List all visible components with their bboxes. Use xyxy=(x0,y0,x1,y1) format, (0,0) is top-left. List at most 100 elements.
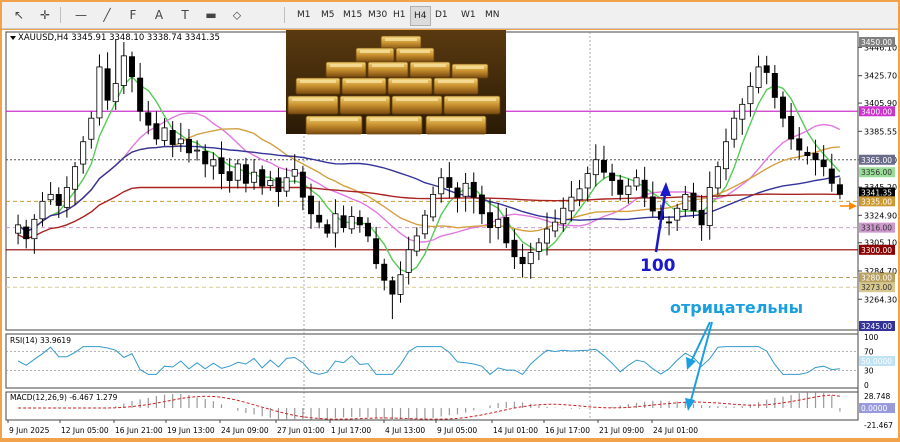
timeframe-d1-button[interactable]: D1 xyxy=(432,6,451,24)
candle-body xyxy=(72,166,79,190)
candle-body xyxy=(185,138,192,154)
timeframe-m1-button[interactable]: M1 xyxy=(294,6,314,24)
candle-body xyxy=(356,216,363,226)
candle-body xyxy=(560,207,567,225)
candle-body xyxy=(723,141,730,170)
text-tool-icon[interactable]: A xyxy=(148,5,170,25)
candle-body xyxy=(202,150,209,165)
time-tick-label: 16 Jul 17:00 xyxy=(545,426,590,435)
candle-body xyxy=(804,151,811,156)
candle-body xyxy=(511,239,518,258)
timeframe-m5-button[interactable]: M5 xyxy=(318,6,338,24)
timeframe-w1-button[interactable]: W1 xyxy=(458,6,479,24)
gold-bar-highlight xyxy=(396,98,438,101)
cursor-icon[interactable]: ↖ xyxy=(8,5,30,25)
timeframe-h4-button[interactable]: H4 xyxy=(410,6,431,26)
rectangle-icon[interactable]: ▬ xyxy=(200,5,222,25)
gold-bar-highlight xyxy=(392,80,428,83)
shapes-icon[interactable]: ⬦ xyxy=(226,5,248,25)
candle-body xyxy=(430,193,437,218)
crosshair-icon[interactable]: ✛ xyxy=(34,5,56,25)
candle-body xyxy=(324,224,331,234)
candle-body xyxy=(828,168,835,184)
rsi-highlight-label: 50.0000 xyxy=(861,357,892,366)
candle-body xyxy=(698,209,705,226)
candle-body xyxy=(592,159,599,176)
timeframe-h1-button[interactable]: H1 xyxy=(390,6,409,24)
candle-body xyxy=(519,256,526,265)
candle-body xyxy=(194,149,201,152)
gold-bar-highlight xyxy=(300,80,336,83)
gold-bar-highlight xyxy=(372,64,404,67)
chart-toolbar: ↖ ✛ — ╱ F A T ▬ ⬦ M1 M5 M15 M30 H1 H4 D1 W1 MN xyxy=(2,2,898,29)
gold-bar-highlight xyxy=(400,50,430,53)
candle-body xyxy=(267,180,274,187)
price-level-label: 3365.00 xyxy=(861,156,892,165)
candle-body xyxy=(470,181,477,198)
candle-body xyxy=(674,207,681,221)
candle-body xyxy=(503,217,510,244)
price-level-label: 3356.00 xyxy=(861,168,892,177)
candle-body xyxy=(527,252,534,265)
chart-area[interactable]: 3446.103425.703405.903385.553365.003345.… xyxy=(2,30,898,438)
candle-body xyxy=(120,55,127,86)
time-tick-label: 27 Jun 01:00 xyxy=(277,426,325,435)
text-label-icon[interactable]: T xyxy=(174,5,196,25)
gold-bar-highlight xyxy=(448,98,496,101)
candle-body xyxy=(706,187,713,226)
rsi-scale-label: 30 xyxy=(864,367,874,376)
candle-body xyxy=(568,196,575,212)
negative-annotation: отрицательны xyxy=(670,298,803,317)
candle-body xyxy=(137,77,144,112)
gold-bar-highlight xyxy=(360,50,390,53)
gold-bar-highlight xyxy=(330,64,362,67)
gold-bar-highlight xyxy=(310,118,358,121)
candle-body xyxy=(454,187,461,198)
candle-body xyxy=(600,159,607,173)
time-tick-label: 12 Jun 05:00 xyxy=(61,426,109,435)
candle-body xyxy=(112,83,119,103)
candle-body xyxy=(389,280,396,295)
price-level-label: 3450.00 xyxy=(861,38,892,47)
rsi-scale-label: 0 xyxy=(864,381,869,390)
time-tick-label: 16 Jun 21:00 xyxy=(115,426,163,435)
chart-window-frame: ↖ ✛ — ╱ F A T ▬ ⬦ M1 M5 M15 M30 H1 H4 D1 W1 MN 3446.10 342… xyxy=(0,0,900,440)
gold-bar-highlight xyxy=(344,98,386,101)
timeframe-m15-button[interactable]: M15 xyxy=(340,6,365,24)
candle-body xyxy=(96,66,103,119)
price-level-label: 3335.00 xyxy=(861,197,892,206)
candle-body xyxy=(576,188,583,201)
toolbar-separator xyxy=(284,7,285,23)
chart-canvas[interactable]: 3446.103425.703405.903385.553365.003345.… xyxy=(2,30,898,438)
time-tick-label: 19 Jun 13:00 xyxy=(167,426,215,435)
candle-body xyxy=(177,138,184,145)
timeframe-m30-button[interactable]: M30 xyxy=(365,6,390,24)
candle-body xyxy=(755,66,762,88)
candle-body xyxy=(63,187,70,208)
macd-scale-top: 28.748 xyxy=(864,392,890,401)
trendline-icon[interactable]: ╱ xyxy=(96,5,118,25)
time-tick-label: 24 Jun 09:00 xyxy=(221,426,269,435)
candle-body xyxy=(161,127,168,141)
candle-body xyxy=(104,68,111,101)
candle-body xyxy=(218,157,225,175)
candle-body xyxy=(348,216,355,230)
candle-body xyxy=(128,56,135,78)
candle-body xyxy=(495,218,502,228)
time-tick-label: 4 Jul 13:00 xyxy=(385,426,425,435)
candle-body xyxy=(31,218,38,240)
macd-scale-bottom: -21.467 xyxy=(864,421,893,430)
horizontal-line-icon[interactable]: — xyxy=(70,5,92,25)
candle-body xyxy=(731,117,738,140)
candle-body xyxy=(405,249,412,273)
candle-body xyxy=(438,177,445,195)
candle-body xyxy=(617,179,624,195)
time-tick-label: 9 Jul 05:00 xyxy=(437,426,477,435)
candle-body xyxy=(462,182,469,197)
candle-body xyxy=(649,196,656,212)
gold-bar-highlight xyxy=(414,64,446,67)
timeframe-mn-button[interactable]: MN xyxy=(482,6,503,24)
candle-body xyxy=(153,123,160,140)
fibonacci-icon[interactable]: F xyxy=(122,5,144,25)
rsi-scale-label: 70 xyxy=(864,347,874,356)
